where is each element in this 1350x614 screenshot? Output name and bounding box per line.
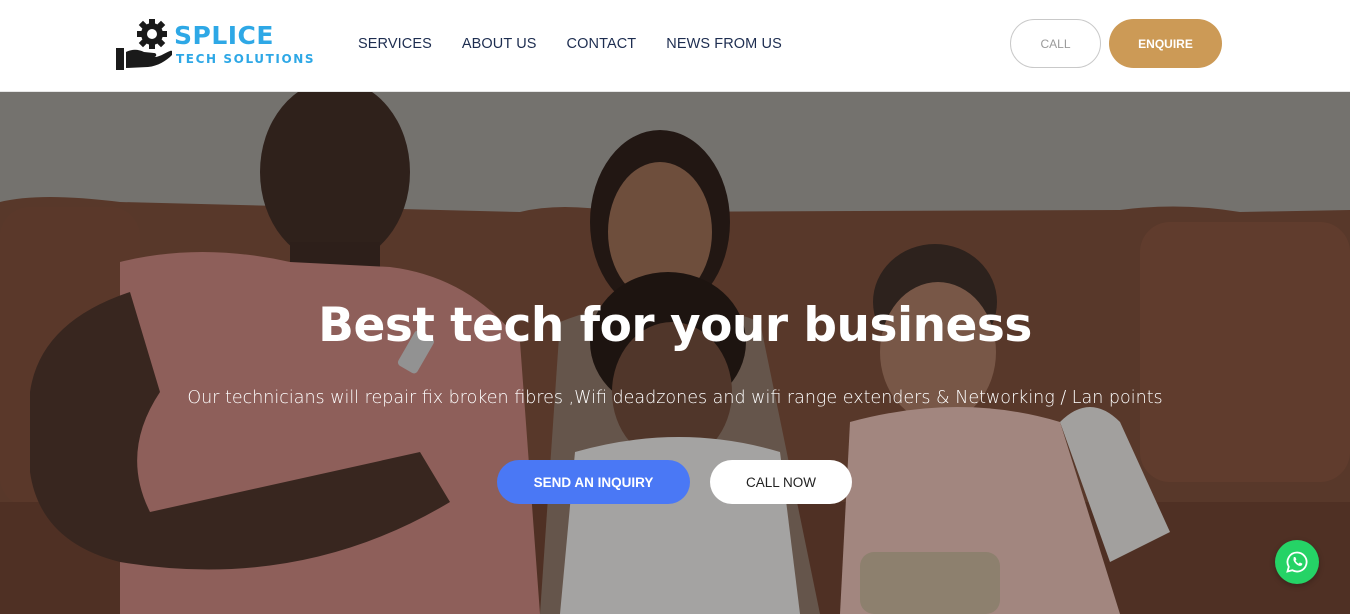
whatsapp-chat-button[interactable]: [1275, 540, 1319, 584]
brand-tagline: TECH SOLUTIONS: [176, 52, 316, 66]
main-nav: SERVICES ABOUT US CONTACT NEWS FROM US: [358, 34, 812, 54]
hero-subtitle: Our technicians will repair fix broken f…: [187, 388, 1163, 408]
brand-name: SPLICE: [174, 21, 274, 50]
hero-section: Best tech for your business Our technici…: [0, 92, 1350, 614]
nav-item-news-from-us[interactable]: NEWS FROM US: [666, 34, 782, 54]
whatsapp-icon: [1286, 551, 1308, 573]
call-button[interactable]: CALL: [1010, 19, 1101, 68]
nav-item-services[interactable]: SERVICES: [358, 34, 432, 54]
hero-title: Best tech for your business: [318, 298, 1032, 353]
hero-overlay: [0, 92, 1350, 614]
send-inquiry-button[interactable]: SEND AN INQUIRY: [497, 460, 690, 504]
site-header: SPLICE TECH SOLUTIONS SERVICES ABOUT US …: [0, 0, 1350, 92]
hand-gear-logo-icon: [116, 19, 172, 70]
call-now-button[interactable]: CALL NOW: [710, 460, 852, 504]
nav-item-about-us[interactable]: ABOUT US: [462, 34, 537, 54]
enquire-button[interactable]: ENQUIRE: [1109, 19, 1222, 68]
site-logo[interactable]: SPLICE TECH SOLUTIONS: [114, 18, 329, 74]
nav-item-contact[interactable]: CONTACT: [567, 34, 637, 54]
